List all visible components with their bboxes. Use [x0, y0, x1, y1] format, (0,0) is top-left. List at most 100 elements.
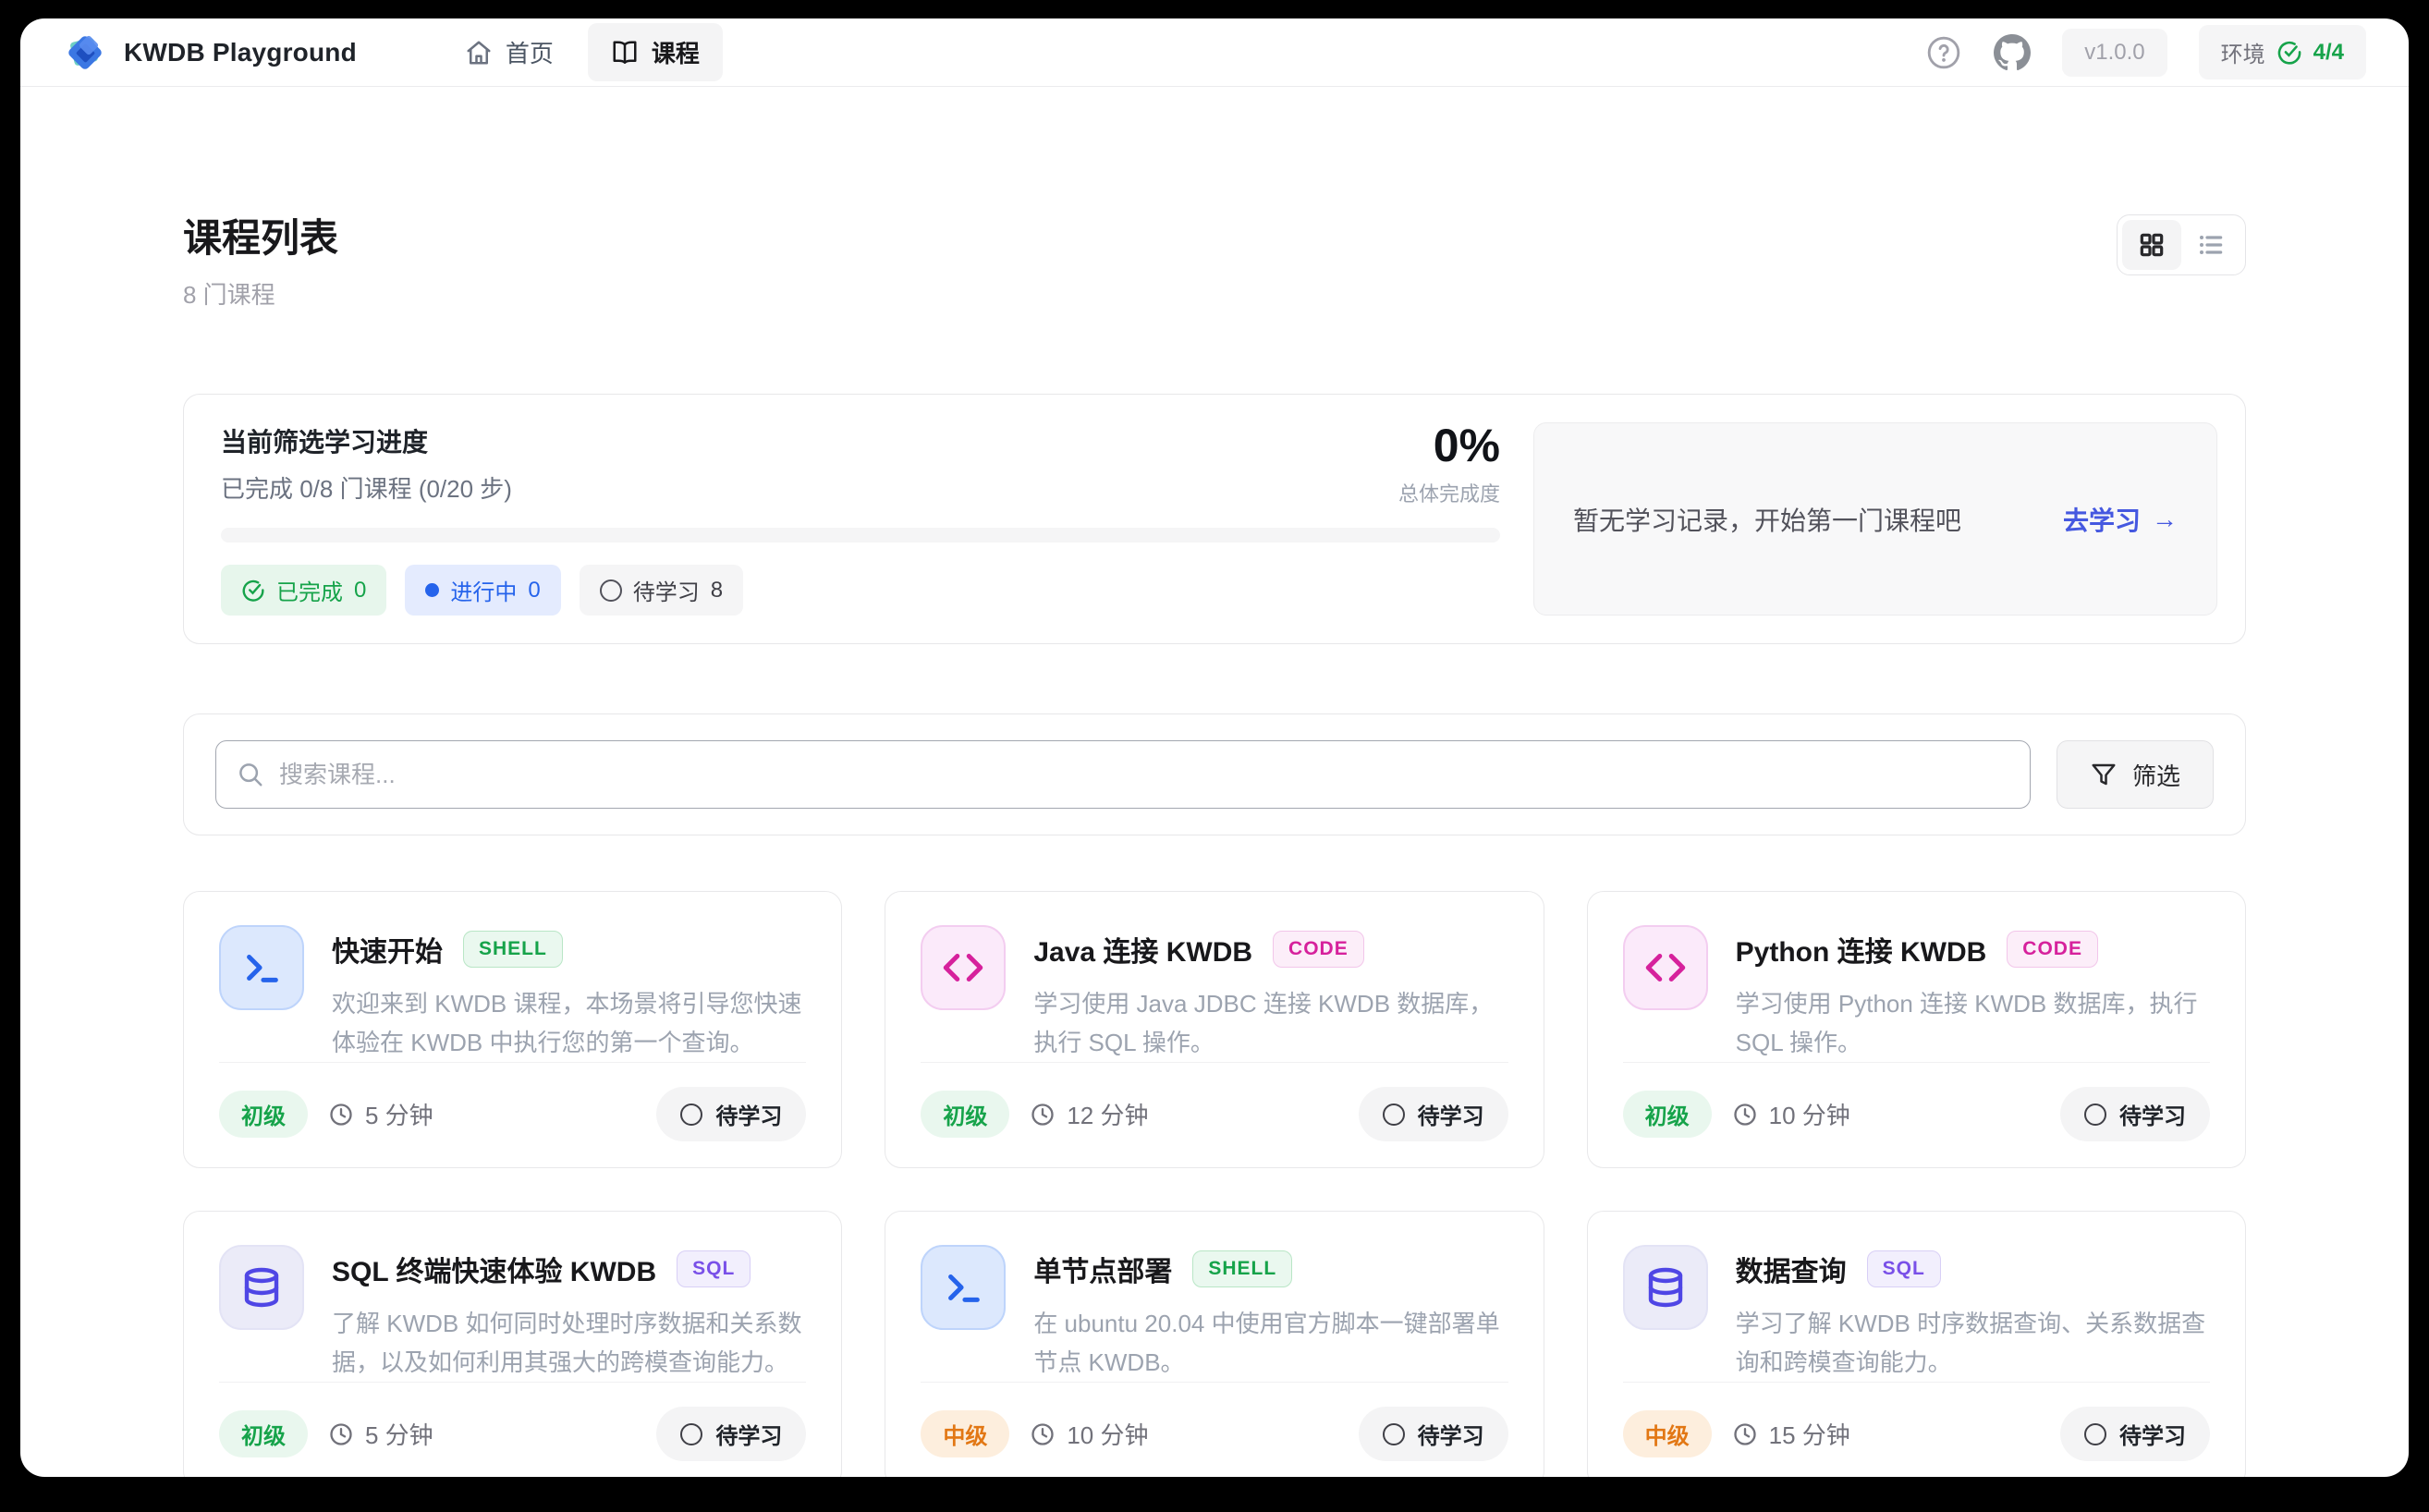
header-actions: v1.0.0 环境 4/4 — [1925, 25, 2366, 79]
course-status: 待学习 — [2119, 1418, 2186, 1450]
search-icon — [237, 761, 264, 788]
circle-icon — [600, 579, 622, 602]
nav-label: 首页 — [506, 35, 554, 69]
view-toggle — [2117, 214, 2246, 275]
github-button[interactable] — [1994, 34, 2031, 71]
home-icon — [465, 39, 493, 67]
course-tag: SQL — [677, 1250, 751, 1287]
help-button[interactable] — [1925, 34, 1962, 71]
progress-bar — [221, 528, 1500, 543]
course-card[interactable]: 数据查询 SQL 学习了解 KWDB 时序数据查询、关系数据查询和跨模查询能力。… — [1587, 1211, 2246, 1477]
course-status: 待学习 — [715, 1418, 782, 1450]
terminal-icon — [219, 925, 304, 1010]
course-card[interactable]: 快速开始 SHELL 欢迎来到 KWDB 课程，本场景将引导您快速体验在 KWD… — [183, 891, 842, 1168]
course-card[interactable]: SQL 终端快速体验 KWDB SQL 了解 KWDB 如何同时处理时序数据和关… — [183, 1211, 842, 1477]
course-count: 8 门课程 — [183, 276, 338, 311]
main-nav: 首页 课程 — [442, 23, 723, 81]
grid-view-button[interactable] — [2122, 220, 2181, 270]
environment-status: 4/4 — [2313, 40, 2344, 66]
grid-icon — [2137, 230, 2167, 260]
course-tag: CODE — [2007, 931, 2098, 968]
kwdb-logo-icon — [63, 30, 107, 75]
course-card[interactable]: Java 连接 KWDB CODE 学习使用 Java JDBC 连接 KWDB… — [885, 891, 1544, 1168]
circle-icon — [680, 1104, 702, 1126]
in-progress-badge: 进行中0 — [405, 565, 560, 616]
course-description: 学习了解 KWDB 时序数据查询、关系数据查询和跨模查询能力。 — [1736, 1304, 2210, 1382]
circle-icon — [1383, 1423, 1405, 1445]
course-duration: 5 分钟 — [365, 1417, 433, 1451]
course-status: 待学习 — [1418, 1098, 1484, 1130]
version-badge: v1.0.0 — [2062, 29, 2167, 77]
completed-badge: 已完成0 — [221, 565, 386, 616]
course-card[interactable]: 单节点部署 SHELL 在 ubuntu 20.04 中使用官方脚本一键部署单节… — [885, 1211, 1544, 1477]
course-status-badge: 待学习 — [1359, 1087, 1508, 1141]
arrow-right-icon: → — [2152, 505, 2178, 534]
course-title: 快速开始 — [332, 929, 443, 969]
environment-badge[interactable]: 环境 4/4 — [2199, 25, 2366, 79]
empty-hint-text: 暂无学习记录，开始第一门课程吧 — [1573, 501, 2041, 538]
progress-subtitle: 已完成 0/8 门课程 (0/20 步) — [221, 470, 512, 505]
course-status: 待学习 — [2119, 1098, 2186, 1130]
help-icon — [1926, 35, 1961, 70]
circle-icon — [2084, 1423, 2106, 1445]
brand[interactable]: KWDB Playground — [63, 30, 357, 75]
github-icon — [1994, 34, 2031, 71]
course-status-badge: 待学习 — [656, 1087, 806, 1141]
filter-button[interactable]: 筛选 — [2057, 740, 2214, 809]
todo-badge: 待学习8 — [580, 565, 743, 616]
course-level-badge: 初级 — [1623, 1091, 1712, 1138]
search-box[interactable] — [215, 740, 2031, 809]
check-circle-icon — [2276, 40, 2302, 66]
learning-progress-card: 当前筛选学习进度 已完成 0/8 门课程 (0/20 步) 0% 总体完成度 — [183, 394, 2246, 644]
filter-icon — [2090, 761, 2118, 788]
dot-icon — [425, 583, 439, 597]
clock-icon — [1732, 1102, 1758, 1128]
list-view-button[interactable] — [2181, 220, 2240, 270]
course-title: 数据查询 — [1736, 1249, 1847, 1289]
circle-icon — [2084, 1104, 2106, 1126]
clock-icon — [1030, 1421, 1056, 1447]
course-title: Python 连接 KWDB — [1736, 929, 1987, 969]
empty-record-panel: 暂无学习记录，开始第一门课程吧 去学习 → — [1533, 422, 2217, 616]
course-description: 在 ubuntu 20.04 中使用官方脚本一键部署单节点 KWDB。 — [1033, 1304, 1507, 1382]
code-icon — [921, 925, 1006, 1010]
brand-title: KWDB Playground — [124, 38, 357, 67]
course-status: 待学习 — [715, 1098, 782, 1130]
course-tag: SHELL — [463, 931, 563, 968]
main-content: 课程列表 8 门课程 当前筛选学习进度 — [20, 87, 2409, 1477]
course-tag: SHELL — [1192, 1250, 1292, 1287]
progress-title: 当前筛选学习进度 — [221, 422, 512, 459]
course-level-badge: 中级 — [921, 1410, 1009, 1457]
top-navbar: KWDB Playground 首页 课程 — [20, 18, 2409, 87]
course-duration: 10 分钟 — [1769, 1097, 1850, 1131]
course-duration: 5 分钟 — [365, 1097, 433, 1131]
nav-item-courses[interactable]: 课程 — [588, 23, 723, 81]
course-tag: CODE — [1273, 931, 1364, 968]
overall-percent-label: 总体完成度 — [1398, 478, 1500, 507]
course-title: 单节点部署 — [1033, 1249, 1172, 1289]
page-title: 课程列表 — [183, 207, 338, 263]
course-title: SQL 终端快速体验 KWDB — [332, 1249, 656, 1289]
environment-label: 环境 — [2221, 36, 2265, 68]
course-description: 学习使用 Python 连接 KWDB 数据库，执行 SQL 操作。 — [1736, 984, 2210, 1062]
course-card[interactable]: Python 连接 KWDB CODE 学习使用 Python 连接 KWDB … — [1587, 891, 2246, 1168]
app-window: KWDB Playground 首页 课程 — [20, 18, 2409, 1477]
circle-icon — [680, 1423, 702, 1445]
terminal-icon — [921, 1245, 1006, 1330]
circle-icon — [1383, 1104, 1405, 1126]
nav-item-home[interactable]: 首页 — [442, 23, 577, 81]
clock-icon — [328, 1102, 354, 1128]
course-status-badge: 待学习 — [2060, 1407, 2210, 1461]
filter-label: 筛选 — [2132, 758, 2180, 792]
course-grid: 快速开始 SHELL 欢迎来到 KWDB 课程，本场景将引导您快速体验在 KWD… — [183, 891, 2246, 1477]
course-duration: 10 分钟 — [1067, 1417, 1148, 1451]
course-status-badge: 待学习 — [656, 1407, 806, 1461]
clock-icon — [1732, 1421, 1758, 1447]
screenshot-frame: KWDB Playground 首页 课程 — [0, 0, 2429, 1512]
clock-icon — [1030, 1102, 1056, 1128]
course-level-badge: 初级 — [921, 1091, 1009, 1138]
search-input[interactable] — [279, 761, 2009, 789]
go-learn-link[interactable]: 去学习 → — [2063, 501, 2178, 538]
status-summary: 已完成0 进行中0 待学习8 — [221, 565, 1500, 616]
course-duration: 12 分钟 — [1067, 1097, 1148, 1131]
